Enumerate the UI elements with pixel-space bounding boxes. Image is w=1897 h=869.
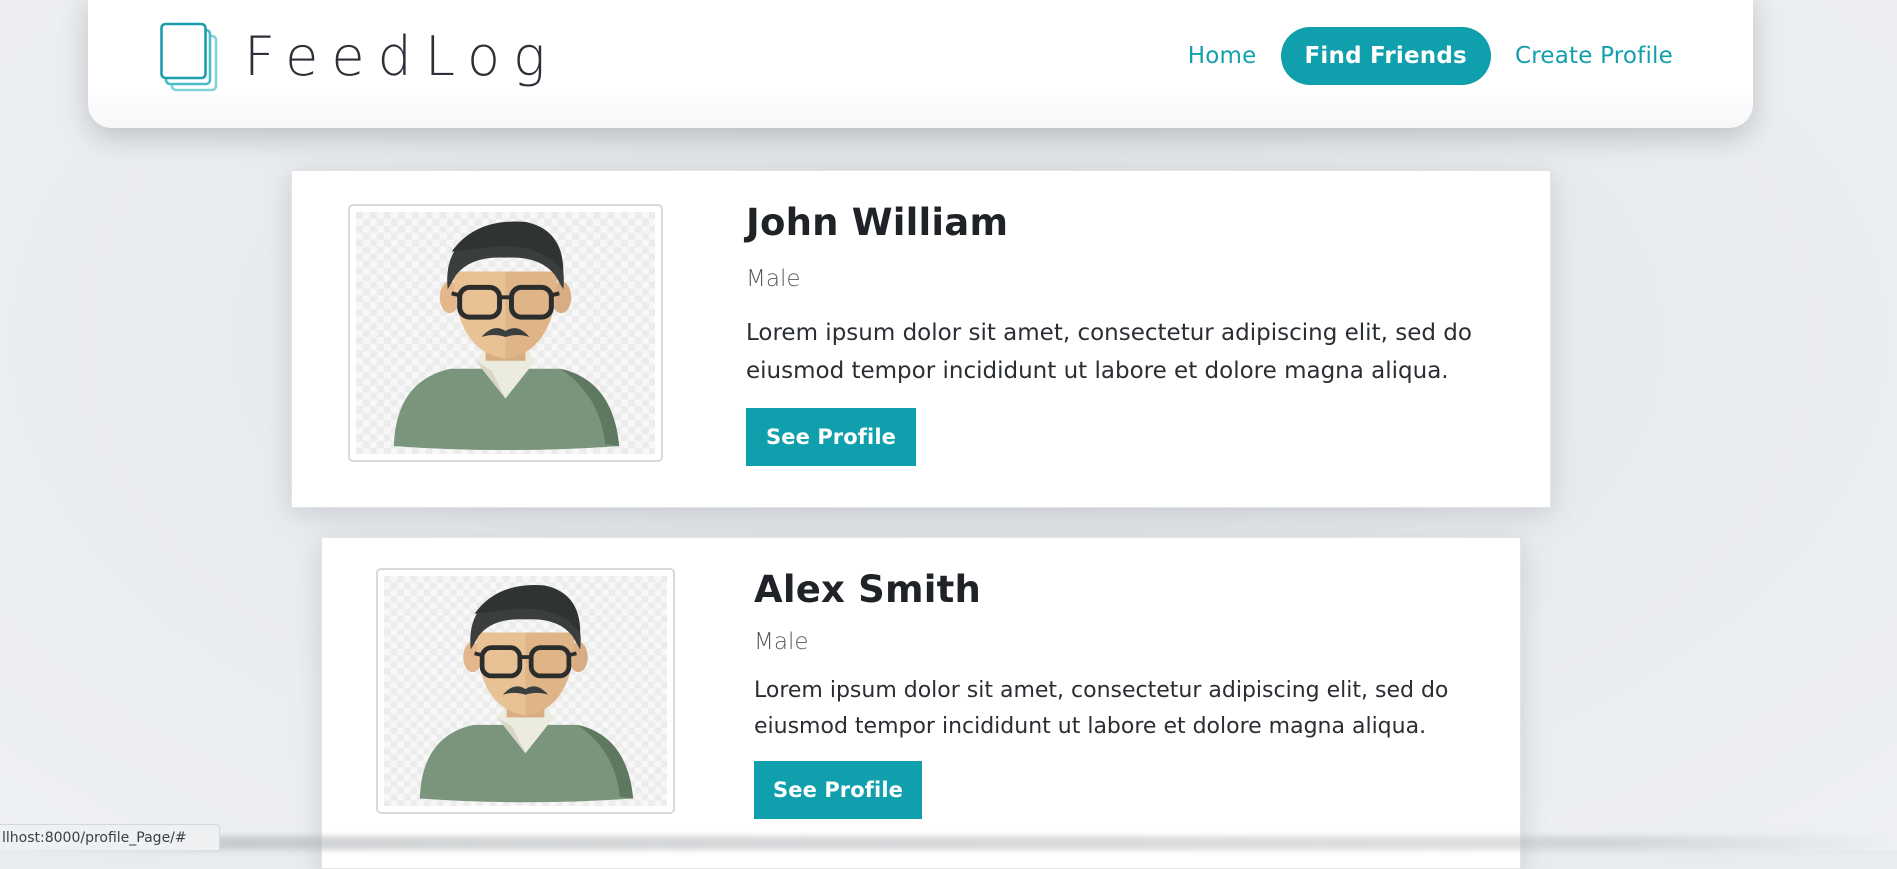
profile-bio: Lorem ipsum dolor sit amet, consectetur …: [746, 320, 1472, 384]
avatar: [376, 568, 675, 814]
profile-card: Alex Smith Male Lorem ipsum dolor sit am…: [321, 537, 1521, 869]
top-navbar: FeedLog Home Find Friends Create Profile: [88, 0, 1753, 128]
profile-info: John William Male Lorem ipsum dolor sit …: [746, 201, 1506, 466]
bottom-shadow: [0, 836, 1897, 850]
man-with-glasses-avatar-icon: [356, 212, 655, 454]
nav-find-friends-link[interactable]: Find Friends: [1280, 27, 1491, 85]
profile-gender: Male: [746, 266, 801, 292]
profile-name: John William: [746, 201, 1009, 244]
see-profile-button[interactable]: See Profile: [746, 408, 916, 466]
main-nav: Home Find Friends Create Profile: [1164, 27, 1697, 85]
nav-home-link[interactable]: Home: [1164, 29, 1281, 83]
profile-info: Alex Smith Male Lorem ipsum dolor sit am…: [754, 568, 1484, 819]
profile-gender: Male: [754, 629, 809, 655]
profile-name: Alex Smith: [754, 568, 982, 611]
brand[interactable]: FeedLog: [160, 22, 558, 92]
man-with-glasses-avatar-icon: [384, 576, 667, 806]
stacked-pages-icon: [160, 22, 224, 92]
browser-status-bar: llhost:8000/profile_Page/#: [0, 824, 220, 850]
see-profile-button[interactable]: See Profile: [754, 761, 922, 819]
profile-bio: Lorem ipsum dolor sit amet, consectetur …: [754, 678, 1449, 739]
nav-create-profile-link[interactable]: Create Profile: [1491, 29, 1697, 83]
avatar: [348, 204, 663, 462]
brand-name: FeedLog: [244, 25, 559, 88]
profile-card: John William Male Lorem ipsum dolor sit …: [291, 170, 1551, 508]
